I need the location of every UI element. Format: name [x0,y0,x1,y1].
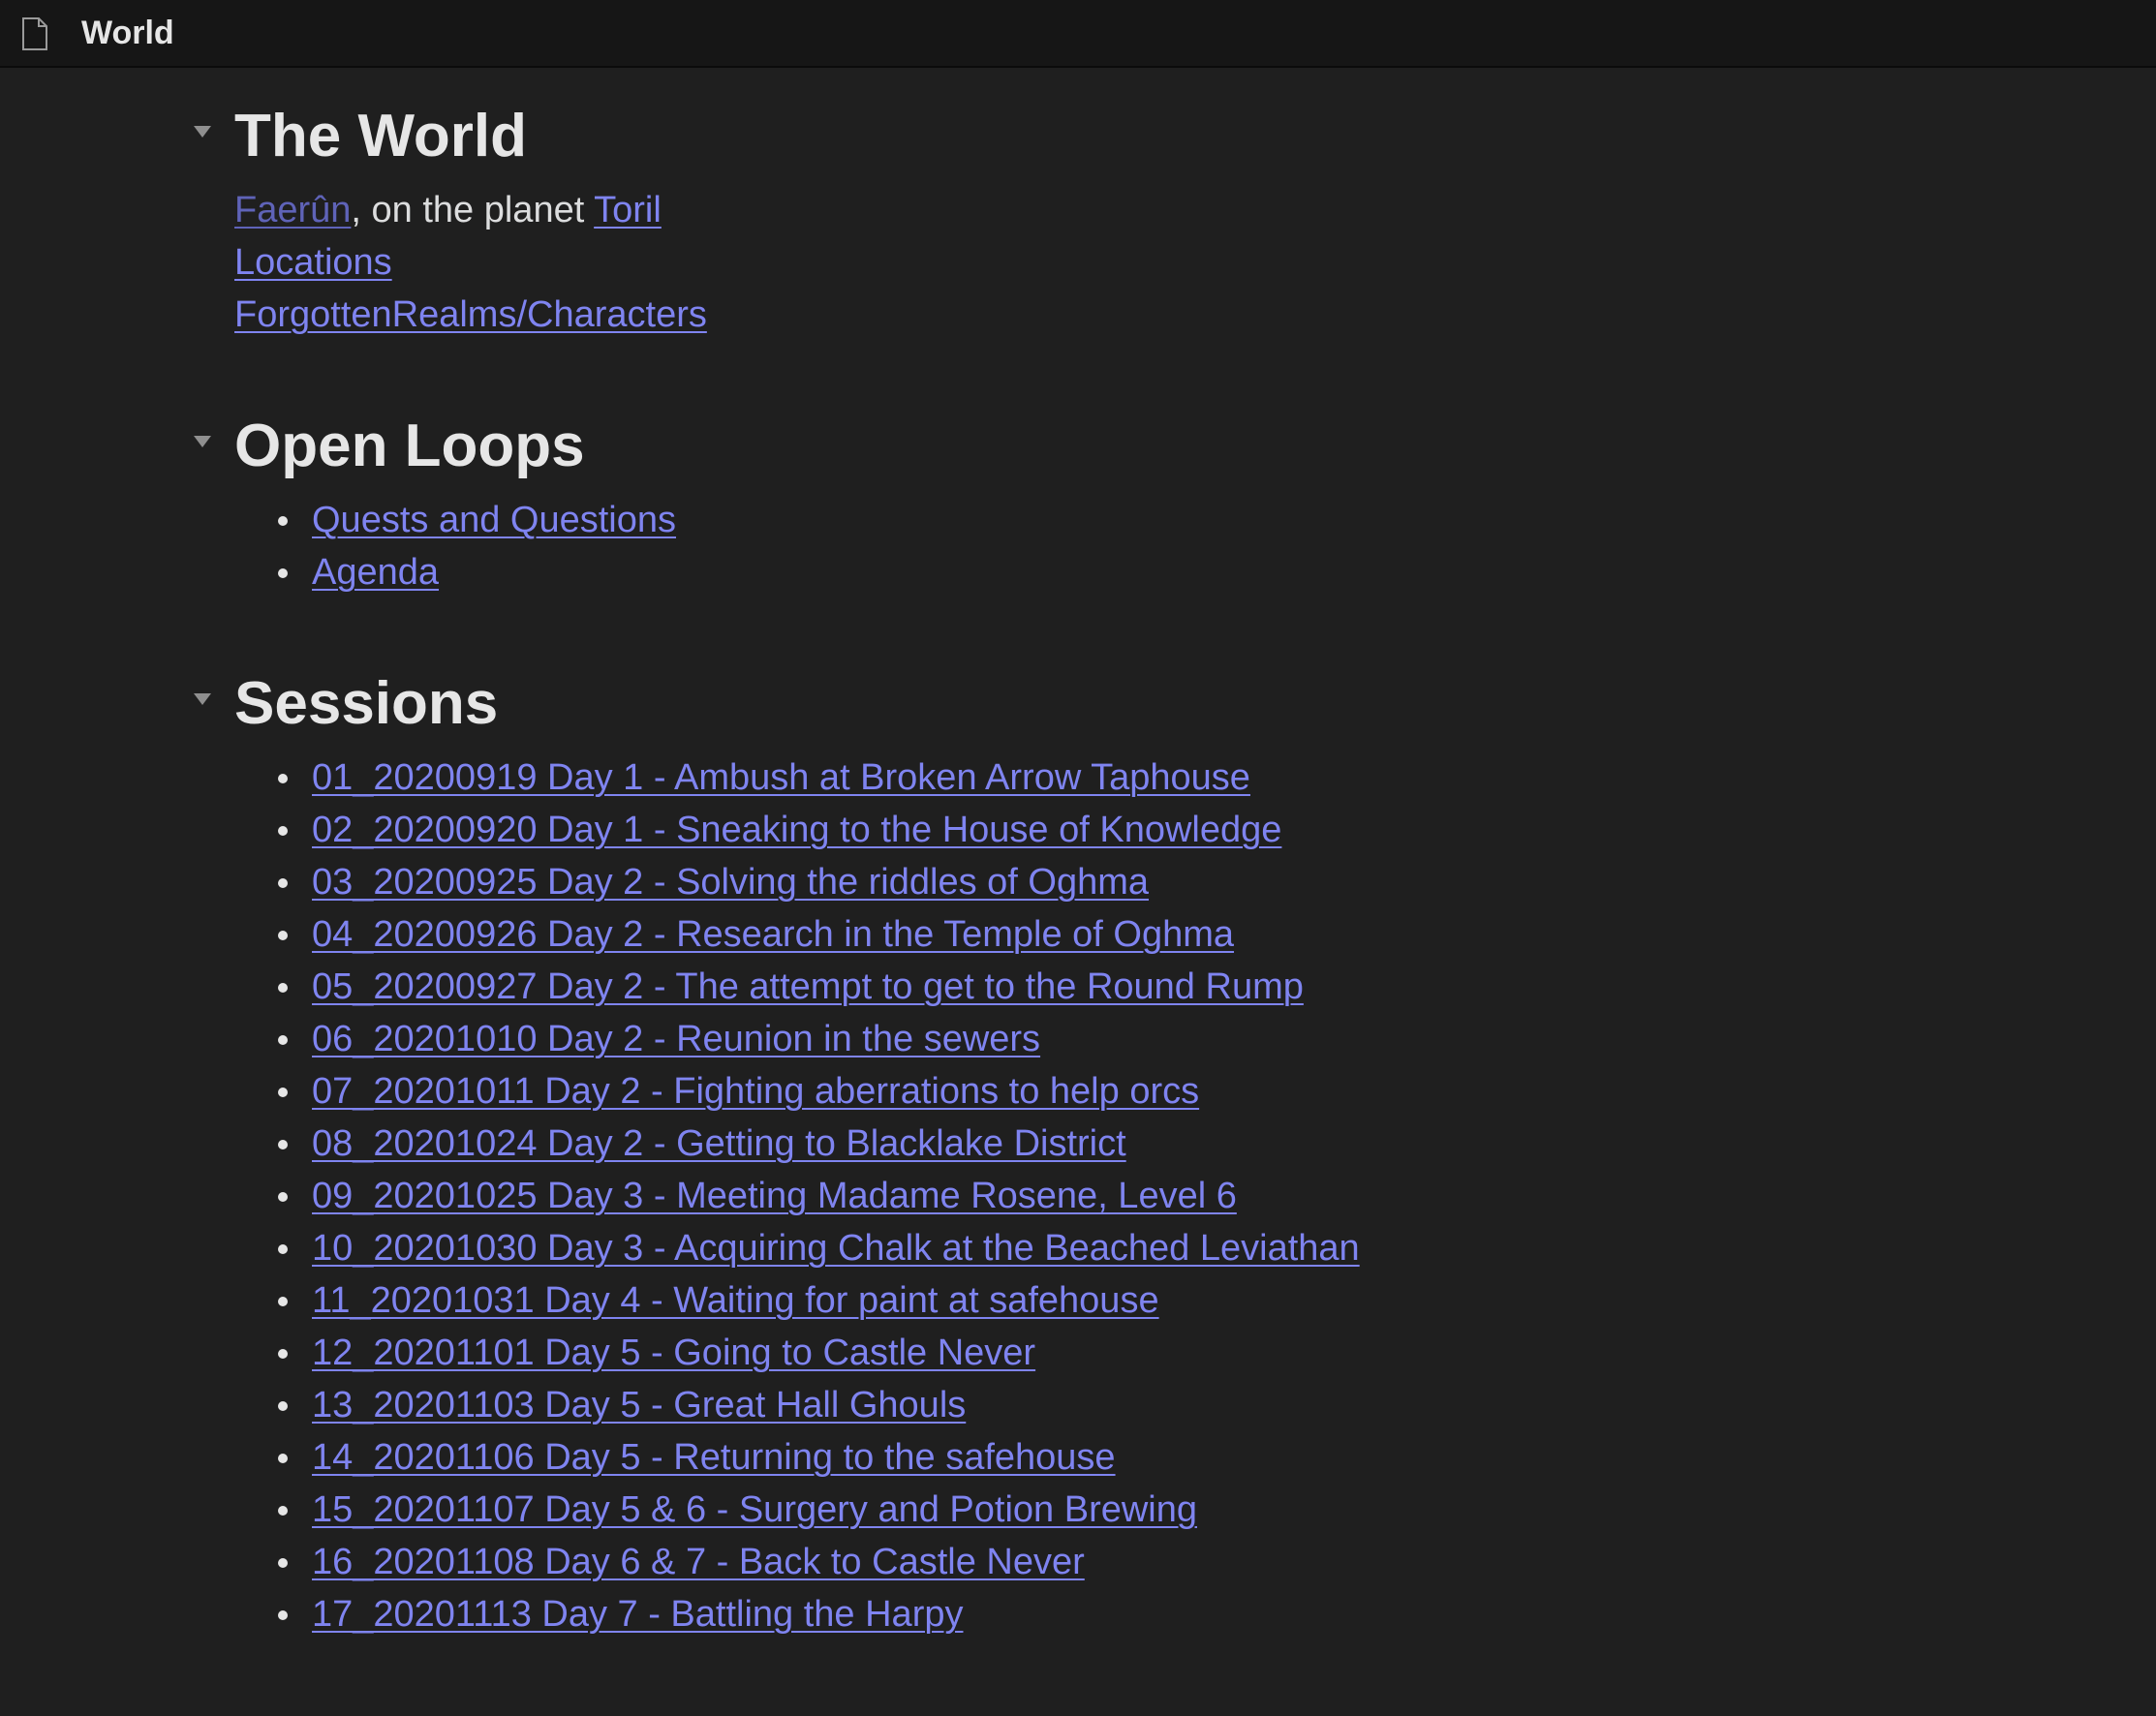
list-item: 08_20201024 Day 2 - Getting to Blacklake… [234,1118,1360,1170]
world-line-locations: Locations [234,236,392,289]
world-line-characters: ForgottenRealms/Characters [234,289,707,341]
link-characters[interactable]: ForgottenRealms/Characters [234,294,707,335]
list-item: 03_20200925 Day 2 - Solving the riddles … [234,856,1360,908]
link-quests-and-questions[interactable]: Quests and Questions [312,500,676,540]
bullet-icon [278,568,288,578]
list-item: 11_20201031 Day 4 - Waiting for paint at… [234,1274,1360,1327]
bullet-icon [278,1558,288,1568]
list-item: 12_20201101 Day 5 - Going to Castle Neve… [234,1327,1360,1379]
list-item: Agenda [234,546,676,598]
session-link[interactable]: 05_20200927 Day 2 - The attempt to get t… [312,966,1304,1007]
bullet-icon [278,1192,288,1202]
bullet-icon [278,983,288,993]
heading-sessions: Sessions [234,670,499,737]
window-title: World [81,15,174,51]
list-item: 01_20200919 Day 1 - Ambush at Broken Arr… [234,751,1360,804]
session-link[interactable]: 17_20201113 Day 7 - Battling the Harpy [312,1594,963,1635]
bullet-icon [278,1035,288,1045]
session-link[interactable]: 09_20201025 Day 3 - Meeting Madame Rosen… [312,1176,1237,1216]
bullet-icon [278,1506,288,1516]
bullet-icon [278,931,288,940]
bullet-icon [278,1297,288,1306]
heading-the-world: The World [234,103,527,169]
list-item: 17_20201113 Day 7 - Battling the Harpy [234,1588,1360,1640]
session-link[interactable]: 08_20201024 Day 2 - Getting to Blacklake… [312,1123,1126,1164]
world-line-text: , on the planet [351,190,595,230]
session-link[interactable]: 12_20201101 Day 5 - Going to Castle Neve… [312,1333,1035,1373]
bullet-icon [278,1610,288,1620]
heading-open-loops: Open Loops [234,413,585,479]
bullet-icon [278,826,288,836]
list-item: 06_20201010 Day 2 - Reunion in the sewer… [234,1013,1360,1065]
session-link[interactable]: 01_20200919 Day 1 - Ambush at Broken Arr… [312,757,1250,798]
session-link[interactable]: 02_20200920 Day 1 - Sneaking to the Hous… [312,810,1281,850]
list-item: 14_20201106 Day 5 - Returning to the saf… [234,1431,1360,1484]
bullet-icon [278,774,288,783]
bullet-icon [278,1140,288,1149]
link-toril[interactable]: Toril [594,190,662,230]
list-item: 16_20201108 Day 6 & 7 - Back to Castle N… [234,1536,1360,1588]
session-link[interactable]: 15_20201107 Day 5 & 6 - Surgery and Poti… [312,1489,1197,1530]
list-item: 09_20201025 Day 3 - Meeting Madame Rosen… [234,1170,1360,1222]
session-link[interactable]: 16_20201108 Day 6 & 7 - Back to Castle N… [312,1542,1085,1582]
bullet-icon [278,516,288,526]
collapse-arrow-icon[interactable] [194,436,211,447]
list-item: 05_20200927 Day 2 - The attempt to get t… [234,961,1360,1013]
list-item: 13_20201103 Day 5 - Great Hall Ghouls [234,1379,1360,1431]
session-link[interactable]: 03_20200925 Day 2 - Solving the riddles … [312,862,1149,903]
session-link[interactable]: 10_20201030 Day 3 - Acquiring Chalk at t… [312,1228,1360,1269]
file-icon [22,17,47,50]
session-link[interactable]: 14_20201106 Day 5 - Returning to the saf… [312,1437,1116,1478]
list-item: Quests and Questions [234,494,676,546]
list-item: 04_20200926 Day 2 - Research in the Temp… [234,908,1360,961]
list-item: 02_20200920 Day 1 - Sneaking to the Hous… [234,804,1360,856]
list-item: 10_20201030 Day 3 - Acquiring Chalk at t… [234,1222,1360,1274]
bullet-icon [278,1244,288,1254]
link-faerun[interactable]: Faerûn [234,190,351,230]
collapse-arrow-icon[interactable] [194,126,211,138]
link-agenda[interactable]: Agenda [312,552,439,593]
bullet-icon [278,1088,288,1097]
bullet-icon [278,1454,288,1463]
session-link[interactable]: 07_20201011 Day 2 - Fighting aberrations… [312,1071,1199,1112]
session-link[interactable]: 11_20201031 Day 4 - Waiting for paint at… [312,1280,1159,1321]
title-bar: World [0,0,2156,68]
bullet-icon [278,1401,288,1411]
collapse-arrow-icon[interactable] [194,693,211,705]
list-item: 15_20201107 Day 5 & 6 - Surgery and Poti… [234,1484,1360,1536]
list-item: 07_20201011 Day 2 - Fighting aberrations… [234,1065,1360,1118]
bullet-icon [278,1349,288,1359]
sessions-list: 01_20200919 Day 1 - Ambush at Broken Arr… [234,751,1360,1640]
world-line-faerun: Faerûn, on the planet Toril [234,184,662,236]
bullet-icon [278,878,288,888]
open-loops-list: Quests and Questions Agenda [234,494,676,598]
session-link[interactable]: 04_20200926 Day 2 - Research in the Temp… [312,914,1234,955]
link-locations[interactable]: Locations [234,242,392,283]
session-link[interactable]: 06_20201010 Day 2 - Reunion in the sewer… [312,1019,1040,1059]
session-link[interactable]: 13_20201103 Day 5 - Great Hall Ghouls [312,1385,966,1425]
